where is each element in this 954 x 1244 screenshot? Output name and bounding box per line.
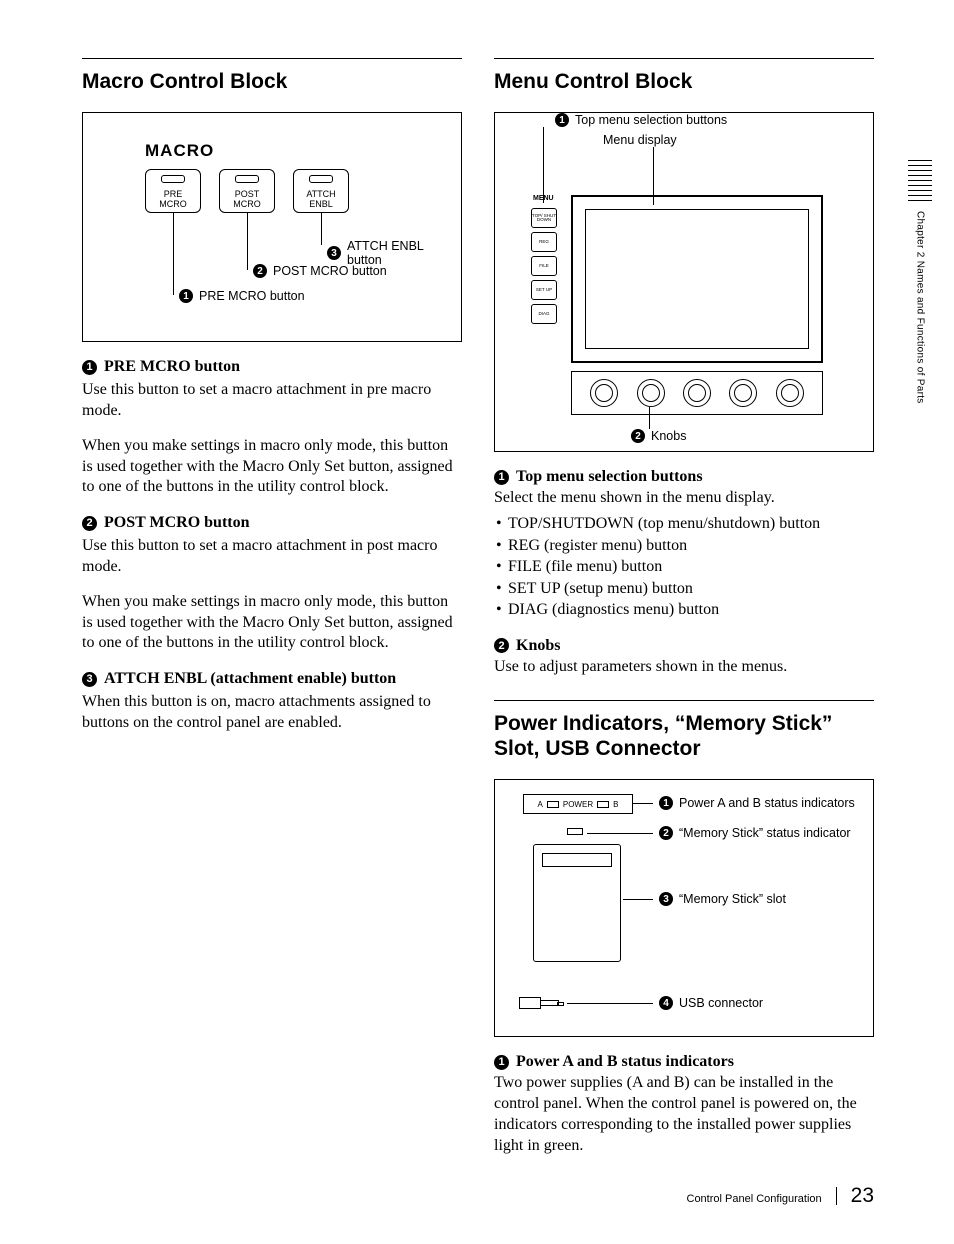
margin-bars-icon xyxy=(908,160,932,205)
attch-enbl-button-icon: ATTCHENBL xyxy=(293,169,349,213)
num-2-icon: 2 xyxy=(82,516,97,531)
menu-item-2-head: 2 Knobs xyxy=(494,637,874,655)
item-2-head: 2 POST MCRO button xyxy=(82,514,462,532)
power-figure: A POWER B 1 Power A and B status indicato… xyxy=(494,779,874,1037)
callout-1-icon: 1 xyxy=(179,289,193,303)
menu-header-label: MENU xyxy=(533,195,557,202)
pc4-icon: 4 xyxy=(659,996,673,1010)
knob-icon xyxy=(729,379,757,407)
menu-item-1-bullets: TOP/SHUTDOWN (top menu/shutdown) button … xyxy=(496,513,874,621)
callout-3-icon: 3 xyxy=(327,246,341,260)
item-3-body-a: When this button is on, macro attachment… xyxy=(82,692,462,734)
pc2-label: “Memory Stick” status indicator xyxy=(679,826,851,840)
power-callout-2: 2 “Memory Stick” status indicator xyxy=(587,826,851,840)
callout-2-label: POST MCRO button xyxy=(273,264,387,278)
memory-stick-slot-icon xyxy=(533,844,621,962)
mc2-label: Knobs xyxy=(651,429,686,443)
menu-figure: 1 Top menu selection buttons Menu displa… xyxy=(494,112,874,452)
menu-item-2-lead: Use to adjust parameters shown in the me… xyxy=(494,657,874,678)
margin-chapter-label: Chapter 2 Names and Functions of Parts xyxy=(915,211,926,404)
item-1-head: 1 PRE MCRO button xyxy=(82,358,462,376)
macro-callouts: 3 ATTCH ENBL button 2 POST MCRO button 1 PR… xyxy=(145,213,445,313)
item-3-title: ATTCH ENBL (attachment enable) button xyxy=(104,670,396,688)
footer-section: Control Panel Configuration xyxy=(687,1193,822,1205)
menu-item-1-lead: Select the menu shown in the menu displa… xyxy=(494,488,874,509)
power-item-1-head: 1 Power A and B status indicators xyxy=(494,1053,874,1071)
footer-separator-icon xyxy=(836,1187,837,1205)
num-1-icon: 1 xyxy=(82,360,97,375)
mc1-label: Top menu selection buttons xyxy=(575,113,727,127)
bullet: REG (register menu) button xyxy=(496,535,874,557)
power-callout-1: 1 Power A and B status indicators xyxy=(633,796,855,810)
pre-mcro-button-icon: PREMCRO xyxy=(145,169,201,213)
item-3-head: 3 ATTCH ENBL (attachment enable) button xyxy=(82,670,462,688)
power-indicator-icon: A POWER B xyxy=(523,794,633,814)
pc2-icon: 2 xyxy=(659,826,673,840)
pc1-label: Power A and B status indicators xyxy=(679,796,855,810)
callout-2-icon: 2 xyxy=(253,264,267,278)
post-mcro-button-icon: POSTMCRO xyxy=(219,169,275,213)
setup-button-icon: SET UP xyxy=(531,280,557,300)
callout-1-label: PRE MCRO button xyxy=(199,289,305,303)
file-button-icon: FILE xyxy=(531,256,557,276)
diag-button-icon: DIAG xyxy=(531,304,557,324)
margin-tab: Chapter 2 Names and Functions of Parts xyxy=(908,160,932,404)
item-2-body-b: When you make settings in macro only mod… xyxy=(82,592,462,654)
left-column: Macro Control Block MACRO PREMCRO POSTMC… xyxy=(82,58,462,1156)
usb-connector-icon xyxy=(519,996,565,1010)
power-item-1-title: Power A and B status indicators xyxy=(516,1053,734,1071)
macro-heading: MACRO xyxy=(145,141,445,161)
macro-section-title: Macro Control Block xyxy=(82,69,462,94)
callout-3-label: ATTCH ENBL button xyxy=(347,239,445,267)
menu-screen-icon xyxy=(571,195,823,363)
right-column: Menu Control Block 1 Top menu selection … xyxy=(494,58,874,1156)
mc1-icon: 1 xyxy=(555,113,569,127)
top-shutdown-button-icon: TOP/ SHUT DOWN xyxy=(531,208,557,228)
knob-icon xyxy=(683,379,711,407)
power-num-1-icon: 1 xyxy=(494,1055,509,1070)
page: Chapter 2 Names and Functions of Parts M… xyxy=(0,0,954,1244)
page-number: 23 xyxy=(851,1184,874,1208)
menu-callout-1: 1 Top menu selection buttons xyxy=(555,113,727,127)
rule xyxy=(494,700,874,701)
rule xyxy=(82,58,462,59)
pc3-label: “Memory Stick” slot xyxy=(679,892,786,906)
bullet: DIAG (diagnostics menu) button xyxy=(496,599,874,621)
pc1-icon: 1 xyxy=(659,796,673,810)
menu-item-1-title: Top menu selection buttons xyxy=(516,468,703,486)
menu-num-1-icon: 1 xyxy=(494,470,509,485)
bullet: SET UP (setup menu) button xyxy=(496,578,874,600)
power-item-1-lead: Two power supplies (A and B) can be inst… xyxy=(494,1073,874,1156)
mc2-icon: 2 xyxy=(631,429,645,443)
macro-figure: MACRO PREMCRO POSTMCRO ATTCHENBL 3 ATTCH … xyxy=(82,112,462,342)
knob-icon xyxy=(590,379,618,407)
bullet: TOP/SHUTDOWN (top menu/shutdown) button xyxy=(496,513,874,535)
item-2-title: POST MCRO button xyxy=(104,514,250,532)
bullet: FILE (file menu) button xyxy=(496,556,874,578)
footer: Control Panel Configuration 23 xyxy=(687,1184,875,1208)
item-1-body-b: When you make settings in macro only mod… xyxy=(82,436,462,498)
menu-item-2-title: Knobs xyxy=(516,637,560,655)
power-callout-3: 3 “Memory Stick” slot xyxy=(623,892,786,906)
knob-strip xyxy=(571,371,823,415)
rule xyxy=(494,58,874,59)
item-1-title: PRE MCRO button xyxy=(104,358,240,376)
reg-button-icon: REG xyxy=(531,232,557,252)
item-1-body-a: Use this button to set a macro attachmen… xyxy=(82,380,462,422)
menu-display-label: Menu display xyxy=(603,133,677,147)
item-2-body-a: Use this button to set a macro attachmen… xyxy=(82,536,462,578)
memory-stick-indicator-icon xyxy=(567,828,583,835)
knob-icon xyxy=(637,379,665,407)
menu-item-1-head: 1 Top menu selection buttons xyxy=(494,468,874,486)
menu-buttons-column: MENU TOP/ SHUT DOWN REG FILE SET UP DIAG xyxy=(531,195,557,324)
power-section-title: Power Indicators, “Memory Stick” Slot, U… xyxy=(494,711,874,761)
power-callout-4: 4 USB connector xyxy=(567,996,763,1010)
knob-icon xyxy=(776,379,804,407)
menu-section-title: Menu Control Block xyxy=(494,69,874,94)
menu-callout-2: 2 Knobs xyxy=(631,429,686,443)
pc4-label: USB connector xyxy=(679,996,763,1010)
pc3-icon: 3 xyxy=(659,892,673,906)
menu-num-2-icon: 2 xyxy=(494,638,509,653)
num-3-icon: 3 xyxy=(82,672,97,687)
